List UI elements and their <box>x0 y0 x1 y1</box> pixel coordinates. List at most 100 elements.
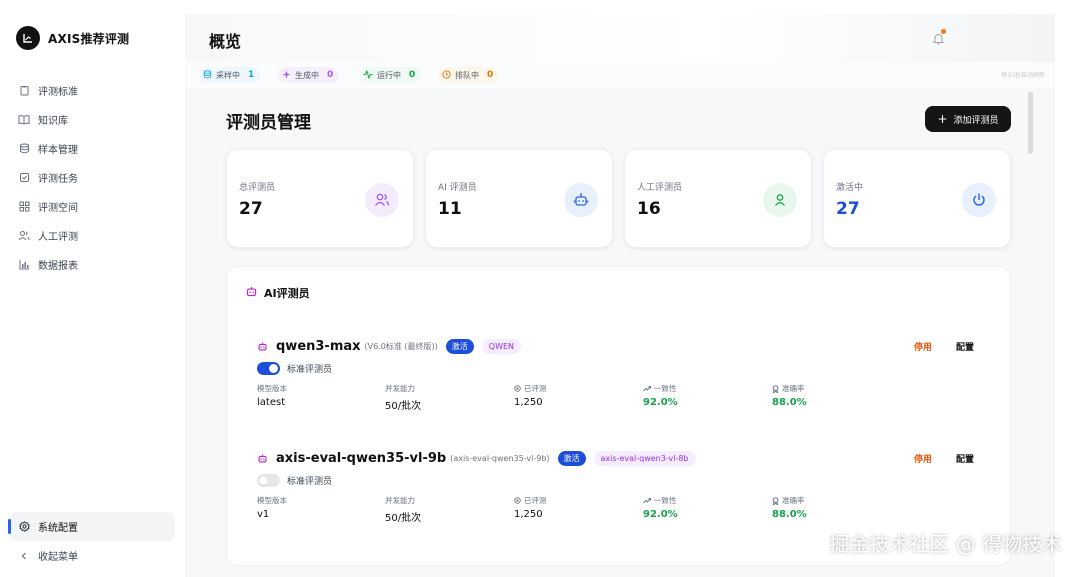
evaluator-actions: 停用 配置 <box>914 452 974 465</box>
status-chip-label: 生成中 <box>295 70 319 80</box>
notification-button[interactable] <box>932 29 946 49</box>
collapse-menu-button[interactable]: 收起菜单 <box>10 541 175 570</box>
users-icon <box>365 183 399 217</box>
stat-card-human: 人工评测员 16 <box>624 149 812 248</box>
robot-icon <box>564 183 598 217</box>
metric-value: 92.0% <box>643 397 678 408</box>
disable-button[interactable]: 停用 <box>914 340 932 353</box>
sidebar-bottom: 系统配置 收起菜单 <box>8 512 175 570</box>
auto-refresh-note: 每10秒自动刷新 <box>1001 72 1045 79</box>
metric-value: latest <box>257 397 286 408</box>
power-icon <box>962 183 996 217</box>
status-chip-label: 采样中 <box>216 70 240 80</box>
clock-icon <box>442 69 451 81</box>
stat-value: 11 <box>438 199 462 219</box>
sidebar-item-standards[interactable]: 评测标准 <box>10 76 175 105</box>
checkbox-icon <box>18 172 30 184</box>
metric-value: 88.0% <box>772 509 807 520</box>
app-name: AXIS推荐评测 <box>48 31 130 46</box>
scrollbar-thumb[interactable] <box>1028 92 1033 154</box>
evaluator-subtitle: (V6.0标准 (最终版)) <box>364 342 438 351</box>
metric-label: 已评测 <box>524 496 547 505</box>
users-icon <box>18 230 30 242</box>
stat-card-active: 激活中 27 <box>823 149 1011 248</box>
sidebar-nav: 评测标准 知识库 样本管理 评测任务 评测空间 人工评测 数据报表 <box>10 76 175 279</box>
evaluator-header: qwen3-max (V6.0标准 (最终版)) 激活 QWEN <box>257 337 522 356</box>
gear-icon <box>18 521 30 533</box>
metric-accuracy: 准确率 88.0% <box>772 383 807 408</box>
active-indicator <box>8 519 11 534</box>
metric-value: 1,250 <box>514 509 543 520</box>
metric-concurrency: 并发能力 50/批次 <box>385 495 421 524</box>
metric-value: 1,250 <box>514 397 543 408</box>
target-icon <box>514 497 521 504</box>
metric-label: 模型版本 <box>257 384 287 393</box>
task-status-bar: 采样中 1 生成中 0 运行中 0 排队中 0 每10秒自动刷新 <box>185 62 1055 88</box>
metric-evaluated: 已评测 1,250 <box>514 383 547 408</box>
standard-evaluator-toggle[interactable] <box>257 474 280 487</box>
sidebar-item-label: 系统配置 <box>38 523 78 534</box>
activity-icon <box>363 68 373 81</box>
status-chip-label: 排队中 <box>455 70 479 80</box>
stat-card-ai: AI 评测员 11 <box>425 149 613 248</box>
model-badge: QWEN <box>481 339 522 354</box>
bar-chart-icon <box>18 259 30 271</box>
clipboard-icon <box>18 85 30 97</box>
logo-icon <box>16 26 40 50</box>
sparkle-icon <box>282 69 291 81</box>
metric-consistency: 一致性 92.0% <box>643 495 678 520</box>
bell-icon <box>932 29 946 49</box>
stat-value: 16 <box>637 199 661 219</box>
sidebar-item-label: 知识库 <box>38 116 68 127</box>
metric-model-version: 模型版本 latest <box>257 383 287 408</box>
status-chip-count: 1 <box>248 70 255 80</box>
metric-consistency: 一致性 92.0% <box>643 383 678 408</box>
sidebar-item-label: 人工评测 <box>38 232 78 243</box>
top-header: 概览 <box>185 14 1055 62</box>
evaluator-subtitle: (axis-eval-qwen35-vl-9b) <box>450 454 550 463</box>
sidebar-item-tasks[interactable]: 评测任务 <box>10 163 175 192</box>
robot-icon <box>257 449 268 468</box>
metric-value: 88.0% <box>772 397 807 408</box>
sidebar-item-reports[interactable]: 数据报表 <box>10 250 175 279</box>
award-icon <box>772 496 779 505</box>
plus-icon: + <box>937 112 948 126</box>
award-icon <box>772 384 779 393</box>
trend-icon <box>643 497 651 504</box>
config-button[interactable]: 配置 <box>956 340 974 353</box>
sidebar-item-label: 评测空间 <box>38 203 78 214</box>
brand[interactable]: AXIS推荐评测 <box>16 26 129 50</box>
section-title: 评测员管理 <box>226 113 311 133</box>
metric-label: 并发能力 <box>385 384 415 393</box>
model-badge: axis-eval-qwen3-vl-8b <box>593 451 696 466</box>
standard-evaluator-setting: 标准评测员 <box>257 474 332 487</box>
status-chip-running[interactable]: 运行中 0 <box>359 67 422 83</box>
standard-evaluator-toggle[interactable] <box>257 362 280 375</box>
database-icon <box>203 69 212 81</box>
evaluator-name: axis-eval-qwen35-vl-9b <box>276 451 447 466</box>
add-evaluator-button[interactable]: + 添加评测员 <box>925 106 1011 132</box>
status-chip-count: 0 <box>409 70 416 80</box>
robot-icon <box>257 337 268 356</box>
metric-concurrency: 并发能力 50/批次 <box>385 383 421 412</box>
sidebar-item-space[interactable]: 评测空间 <box>10 192 175 221</box>
sidebar-item-knowledge[interactable]: 知识库 <box>10 105 175 134</box>
status-chip-generating[interactable]: 生成中 0 <box>278 67 340 83</box>
disable-button[interactable]: 停用 <box>914 452 932 465</box>
notification-dot <box>941 29 946 34</box>
config-button[interactable]: 配置 <box>956 452 974 465</box>
sidebar-item-settings[interactable]: 系统配置 <box>8 512 175 541</box>
status-chip-sampling[interactable]: 采样中 1 <box>199 67 261 83</box>
evaluator-name: qwen3-max <box>276 339 361 354</box>
status-chip-label: 运行中 <box>377 70 401 80</box>
stat-card-total: 总评测员 27 <box>226 149 414 248</box>
sidebar-item-samples[interactable]: 样本管理 <box>10 134 175 163</box>
metric-value: 50/批次 <box>385 401 422 412</box>
sidebar-item-label: 评测任务 <box>38 174 78 185</box>
metric-value: 92.0% <box>643 509 678 520</box>
metric-label: 模型版本 <box>257 496 287 505</box>
standard-evaluator-setting: 标准评测员 <box>257 362 332 375</box>
status-chip-queued[interactable]: 排队中 0 <box>438 67 500 83</box>
sidebar-item-manual[interactable]: 人工评测 <box>10 221 175 250</box>
status-badge: 激活 <box>445 339 474 354</box>
